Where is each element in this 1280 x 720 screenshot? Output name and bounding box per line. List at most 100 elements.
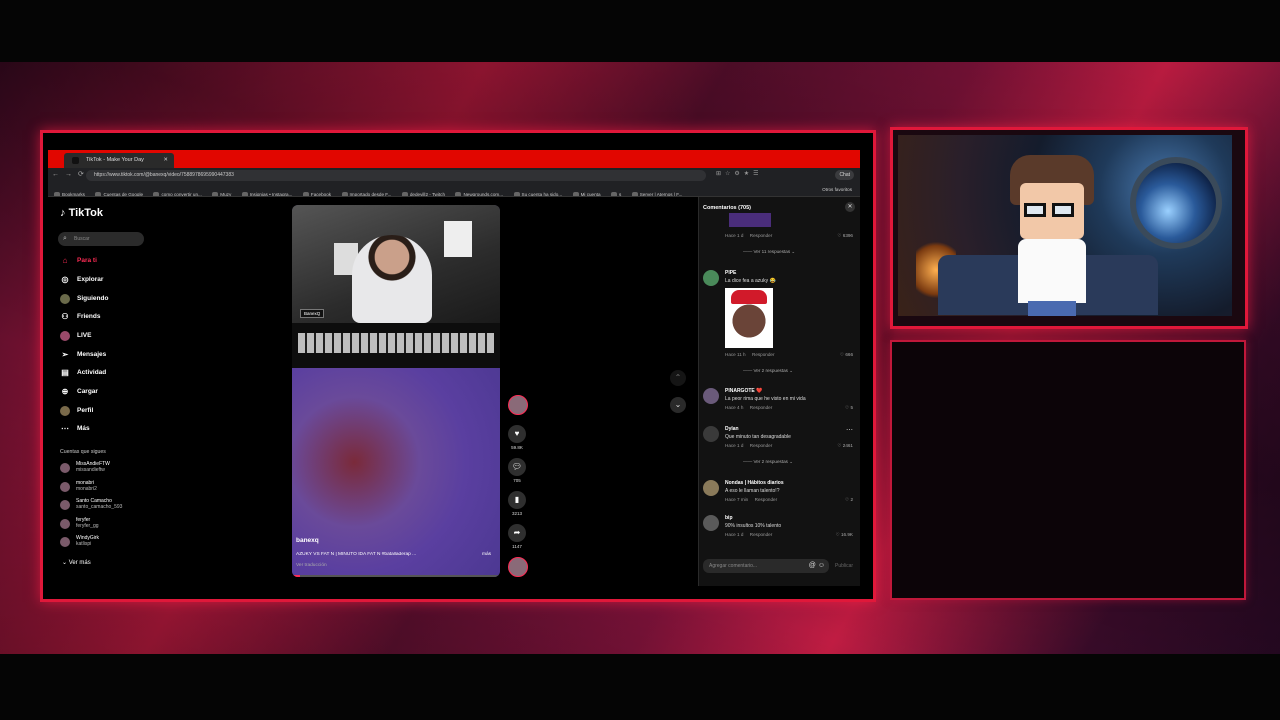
comment-meta: Hace 7 min Responder (725, 497, 778, 502)
video-progress-bar[interactable] (292, 575, 500, 577)
sidebar-item-mas[interactable]: ⋯ Más (60, 423, 90, 435)
save-button[interactable]: ▮ (508, 491, 526, 509)
comment-icon: 💬︎ (511, 462, 523, 471)
comment-like[interactable]: ♡ 666 (840, 352, 853, 358)
sidebar-item-explorar[interactable]: ◎ Explorar (60, 274, 104, 286)
view-replies[interactable]: —— Ver 11 respuestas ⌄ (743, 249, 795, 255)
sidebar-item-cargar[interactable]: ⊕ Cargar (60, 386, 98, 398)
comment-user[interactable]: Dylan (725, 426, 739, 432)
comment-user[interactable]: PIPE (725, 270, 736, 276)
comment-like[interactable]: ♡ 2 (845, 497, 853, 503)
chat-button[interactable]: Chat (835, 170, 854, 180)
inbox-icon: ▤ (61, 368, 69, 377)
comment-input[interactable]: Agregar comentario... @ ☺ (703, 559, 829, 573)
comment-meta: Hace 1 d Responder (725, 233, 773, 238)
search-placeholder: Buscar (74, 236, 90, 242)
comment-user[interactable]: Nondas | Hábitos diarios (725, 480, 784, 486)
comment-like[interactable]: ♡ 6396 (837, 233, 853, 239)
scoreboard-overlay (292, 323, 500, 368)
following-title: Cuentas que sigues (60, 449, 106, 455)
following-account[interactable]: monabri monabri2 (60, 480, 97, 496)
comment-like[interactable]: ♡ 5 (845, 405, 853, 411)
comment-image[interactable] (725, 288, 773, 348)
sound-avatar-button[interactable] (508, 557, 528, 577)
browser-tab[interactable]: TikTok - Make Your Day ✕ (64, 153, 174, 168)
reply-button[interactable]: Responder (750, 405, 772, 410)
publish-button[interactable]: Publicar (835, 559, 853, 573)
tab-bar: TikTok - Make Your Day ✕ (48, 150, 860, 168)
bookmark-item[interactable]: Newgrounds.com... (455, 188, 503, 196)
bookmark-item[interactable]: Muzy (212, 188, 231, 196)
bookmark-item[interactable]: Su cuenta ha sido... (513, 188, 562, 196)
view-replies[interactable]: —— Ver 2 respuestas ⌄ (743, 368, 793, 374)
comment-user[interactable]: PINARGOTE ❤️ (725, 388, 762, 394)
scroll-down-button[interactable]: ⌄ (670, 397, 686, 413)
mention-emoji-icons[interactable]: @ ☺ (809, 559, 825, 573)
avatar[interactable] (703, 480, 719, 496)
wall-poster (444, 221, 472, 257)
video-author[interactable]: banexq (296, 537, 319, 544)
other-bookmarks[interactable]: Otros favoritos (822, 183, 852, 196)
following-account[interactable]: MissAndieFTW missandieftw (60, 461, 110, 477)
home-icon: ⌂ (62, 256, 68, 265)
bookmark-item[interactable]: Insignias • Instagra... (241, 188, 292, 196)
reply-button[interactable]: Responder (750, 443, 772, 448)
like-button[interactable]: ♥ (508, 425, 526, 443)
video-player[interactable]: BanexQ banexq AZUKY VS FAT N | MINUTO ID… (292, 205, 500, 577)
sidebar-item-perfil[interactable]: Perfil (60, 405, 93, 417)
bookmark-item[interactable]: dedevill2 - Twitch (401, 188, 445, 196)
reply-button[interactable]: Responder (750, 532, 772, 537)
sidebar-item-mensajes[interactable]: ➢ Mensajes (60, 349, 107, 361)
avatar[interactable] (703, 270, 719, 286)
following-account[interactable]: WindyGirk katlispi (60, 535, 99, 551)
sidebar-item-friends[interactable]: ⚇ Friends (60, 311, 100, 323)
view-replies[interactable]: —— Ver 2 respuestas ⌄ (743, 459, 793, 465)
friends-icon: ⚇ (61, 312, 69, 321)
bookmarks-bar: Bookmarks Cuentas de Google como convert… (48, 183, 860, 197)
avatar[interactable] (703, 515, 719, 531)
scroll-up-button[interactable]: ⌃ (670, 370, 686, 386)
like-count: 59.8K (511, 445, 523, 450)
reply-button[interactable]: Responder (755, 497, 777, 502)
avatar[interactable] (703, 426, 719, 442)
sidebar-item-siguiendo[interactable]: Siguiendo (60, 293, 108, 305)
author-avatar-button[interactable] (508, 395, 528, 415)
bookmark-item[interactable]: Server | Aternos | F... (631, 188, 682, 196)
sidebar-item-actividad[interactable]: ▤ Actividad (60, 367, 106, 379)
translate-link[interactable]: Ver traducción (296, 563, 327, 568)
search-input[interactable]: ⌕ Buscar (58, 232, 144, 246)
bookmark-item[interactable]: como convertir un... (153, 188, 202, 196)
video-performer-area (292, 368, 500, 577)
sidebar-item-para-ti[interactable]: ⌂ Para ti (60, 255, 97, 267)
see-more-button[interactable]: ⌄ Ver más (62, 559, 91, 566)
reply-button[interactable]: Responder (752, 352, 774, 357)
save-count: 3213 (511, 511, 522, 516)
following-account[interactable]: Santo Camacho santo_camacho_593 (60, 498, 122, 514)
avatar[interactable] (703, 388, 719, 404)
tiktok-logo[interactable]: ♪ TikTok (60, 207, 103, 219)
bookmark-item[interactable]: Bookmarks (54, 188, 85, 196)
bookmark-item[interactable]: Cuentas de Google (95, 188, 143, 196)
comment-like[interactable]: ♡ 16.9K (836, 532, 853, 538)
more-link[interactable]: más (482, 552, 491, 557)
following-account[interactable]: feryfer feryfer_gg (60, 517, 99, 533)
tiktok-favicon-icon (72, 157, 79, 164)
sidebar-item-live[interactable]: LIVE (60, 330, 91, 342)
bookmark-item[interactable]: Importado desde F... (341, 188, 391, 196)
share-button[interactable]: ➦ (508, 524, 526, 542)
close-comments-button[interactable]: ✕ (845, 202, 855, 212)
avatar (60, 482, 70, 492)
comment-like[interactable]: ♡ 2461 (837, 443, 853, 449)
bookmark-item[interactable]: Mi cuenta (572, 188, 601, 196)
close-icon[interactable]: ✕ (163, 153, 168, 168)
extension-icons[interactable]: ⊞☆⚙★☰ (716, 170, 763, 177)
comment-button[interactable]: 💬︎ (508, 458, 526, 476)
bookmark-item[interactable]: s (610, 188, 621, 196)
nav-buttons[interactable]: ←→⟳ (52, 170, 90, 178)
comment-meta: Hace 1 d Responder (725, 443, 773, 448)
comment-user[interactable]: bip (725, 515, 733, 521)
reply-button[interactable]: Responder (750, 233, 772, 238)
url-input[interactable]: https://www.tiktok.com/@banexq/video/758… (86, 170, 706, 181)
bookmark-item[interactable]: Facebook (302, 188, 331, 196)
more-options-icon[interactable]: ⋯ (846, 426, 853, 434)
